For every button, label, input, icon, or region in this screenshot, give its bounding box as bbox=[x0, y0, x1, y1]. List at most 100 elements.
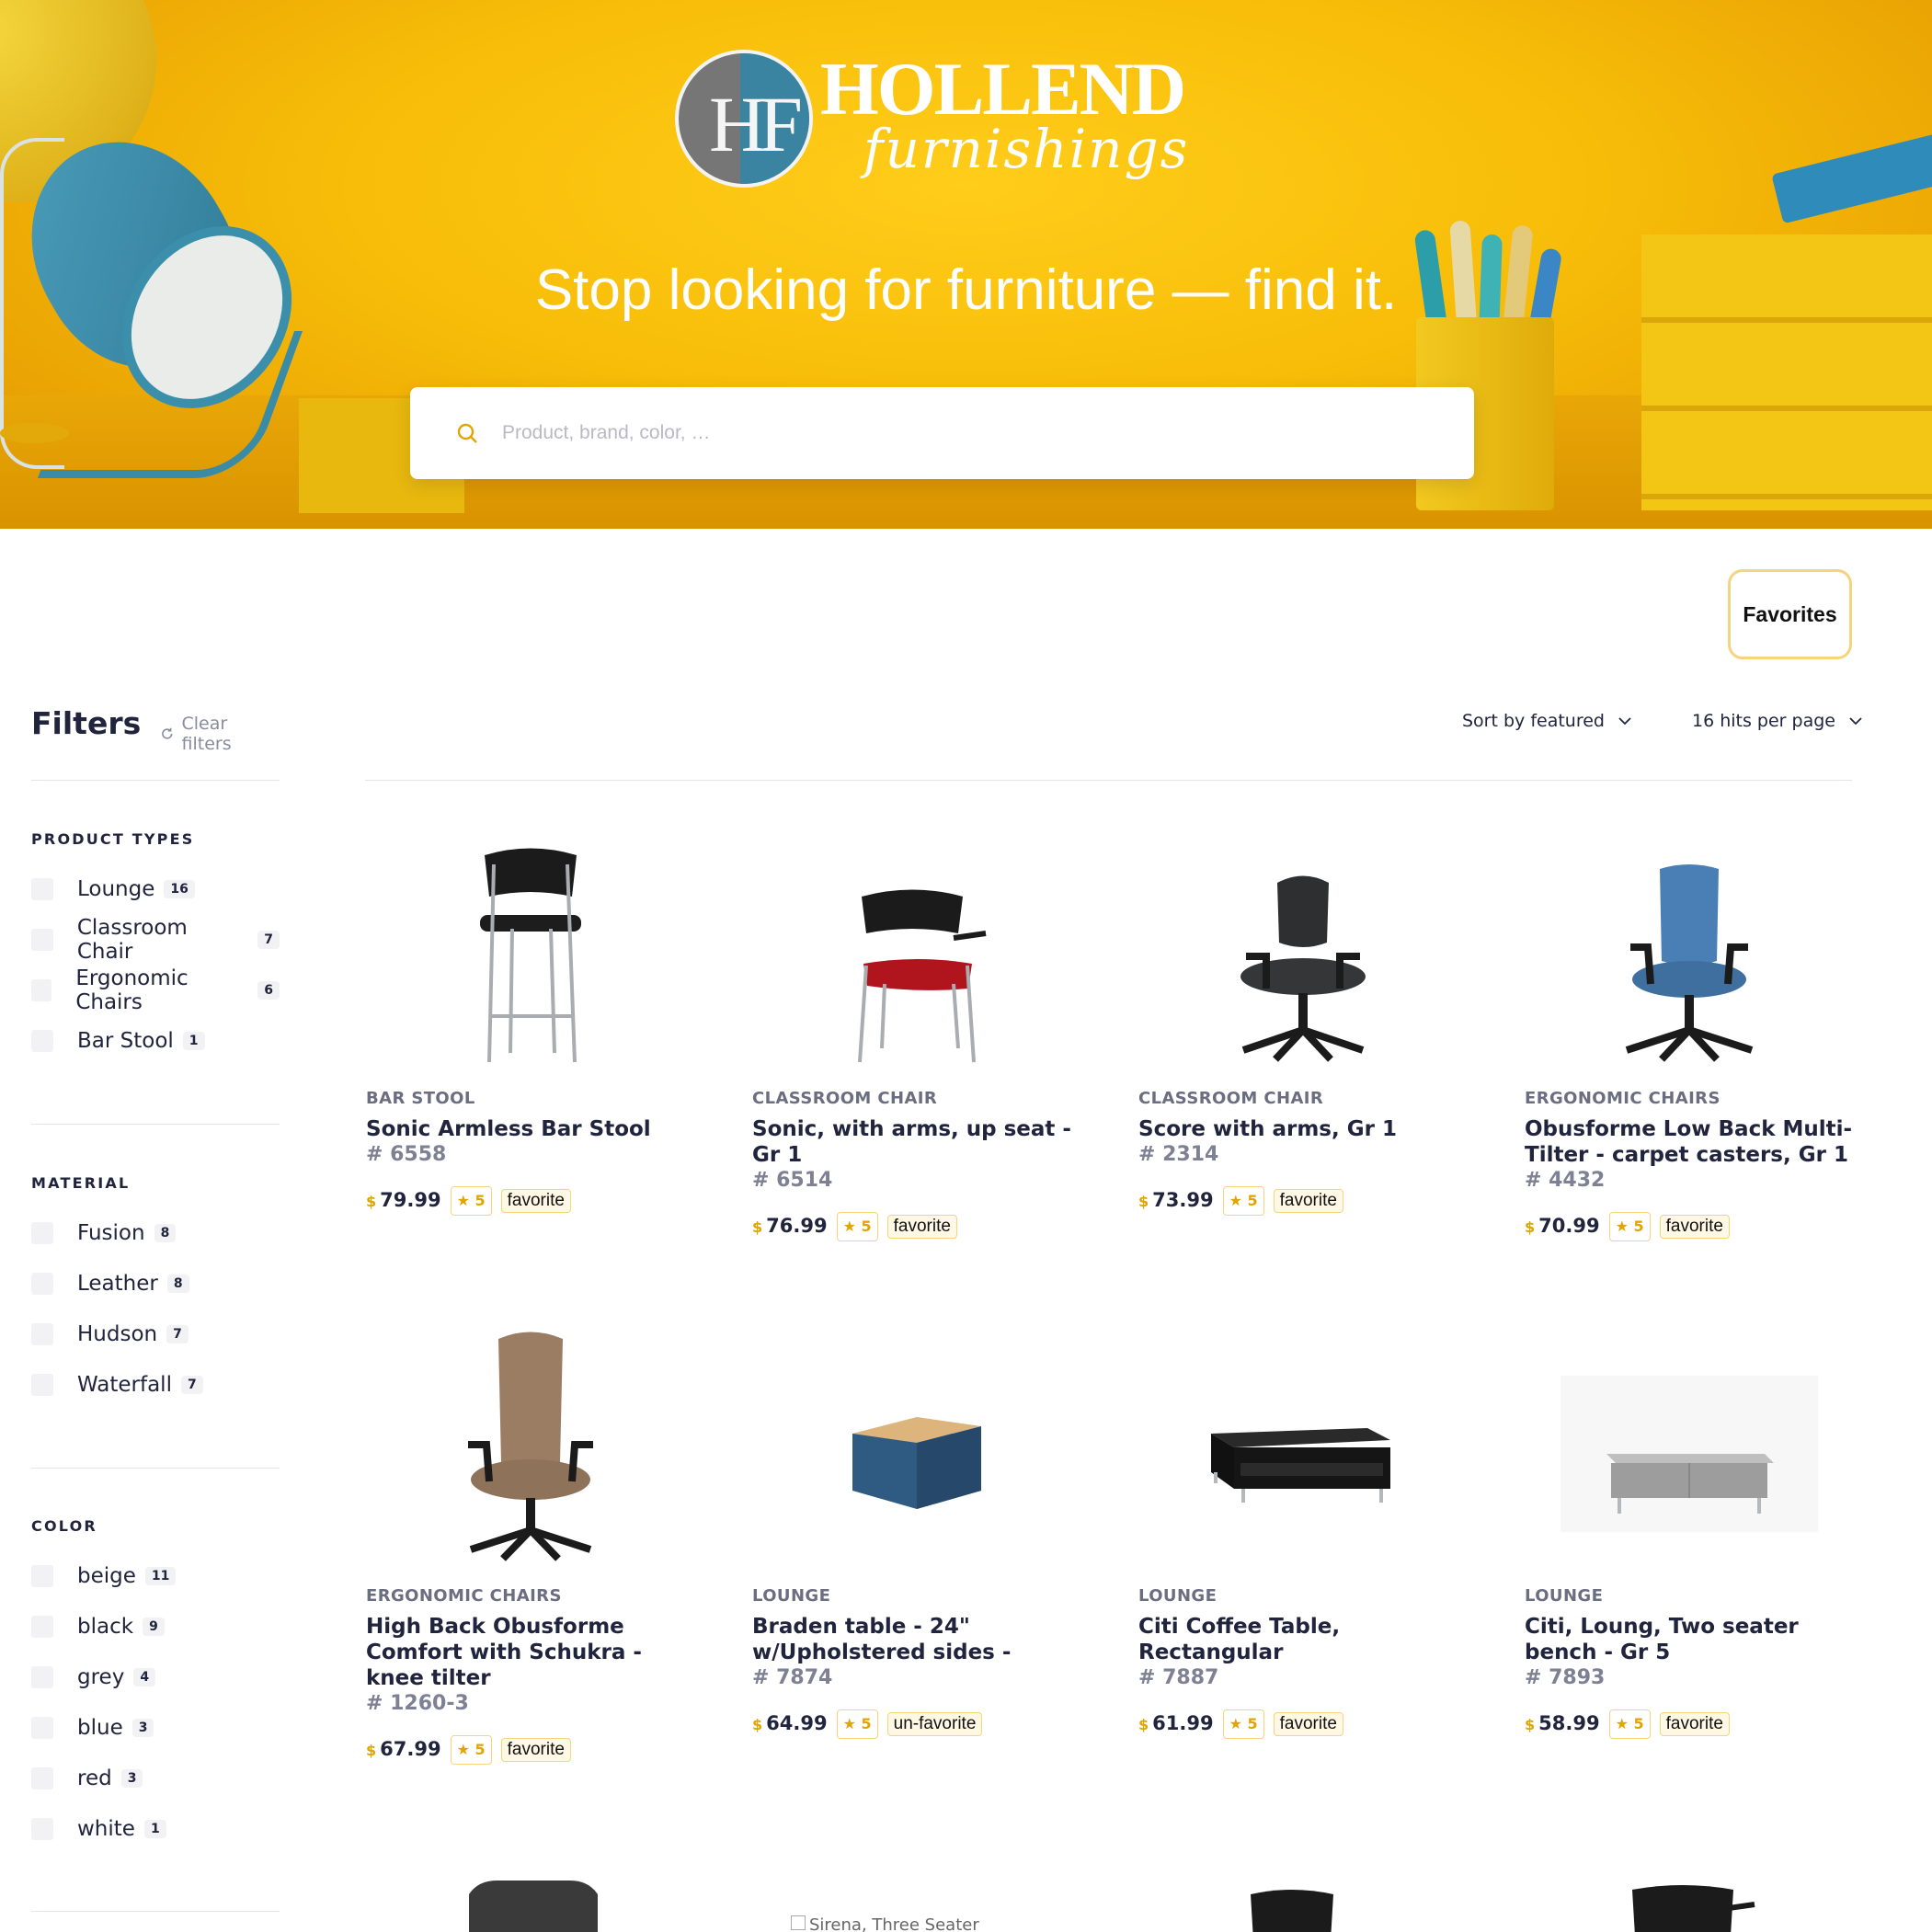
product-card[interactable]: ERGONOMIC CHAIRS Obusforme Low Back Mult… bbox=[1524, 828, 1864, 1306]
checkbox[interactable] bbox=[31, 1616, 53, 1638]
checkbox[interactable] bbox=[31, 1818, 53, 1840]
facet-label: blue bbox=[77, 1716, 123, 1740]
facet-item-lounge[interactable]: Lounge 16 bbox=[31, 875, 195, 903]
hits-per-page-select[interactable]: 16 hits per page bbox=[1692, 711, 1863, 731]
price-value: 70.99 bbox=[1538, 1215, 1600, 1237]
checkbox[interactable] bbox=[31, 1222, 53, 1244]
sort-select[interactable]: Sort by featured bbox=[1462, 711, 1632, 731]
facet-label: Classroom Chair bbox=[76, 916, 188, 964]
facet-item-red[interactable]: red 3 bbox=[31, 1765, 143, 1792]
checkbox[interactable] bbox=[31, 1323, 53, 1345]
checkbox[interactable] bbox=[31, 1374, 53, 1396]
product-image[interactable] bbox=[365, 1325, 696, 1564]
price-value: 79.99 bbox=[380, 1189, 441, 1211]
product-card[interactable]: LOUNGE Citi, Loung, Two seater bench - G… bbox=[1524, 1325, 1864, 1803]
facet-item-blue[interactable]: blue 3 bbox=[31, 1714, 154, 1742]
divider bbox=[31, 1468, 280, 1469]
divider bbox=[31, 1911, 280, 1912]
facet-item-classroom-chair[interactable]: Classroom Chair 7 bbox=[31, 916, 280, 964]
facet-item-hudson[interactable]: Hudson 7 bbox=[31, 1320, 189, 1348]
favorite-toggle-button[interactable]: favorite bbox=[1659, 1215, 1730, 1239]
favorite-toggle-button[interactable]: favorite bbox=[1659, 1712, 1730, 1736]
product-image-partial[interactable] bbox=[1246, 1885, 1338, 1932]
product-card[interactable]: LOUNGE Citi Coffee Table, Rectangular # … bbox=[1137, 1325, 1478, 1803]
brand-logo[interactable]: HF HOLLEND furnishings bbox=[675, 46, 1208, 198]
search-box[interactable] bbox=[410, 387, 1474, 479]
product-card[interactable]: BAR STOOL Sonic Armless Bar Stool # 6558… bbox=[365, 828, 705, 1306]
facet-item-ergonomic-chairs[interactable]: Ergonomic Chairs 6 bbox=[31, 966, 280, 1014]
search-input[interactable] bbox=[502, 410, 1440, 456]
product-sku: # 1260-3 bbox=[366, 1692, 469, 1715]
product-category: ERGONOMIC CHAIRS bbox=[1525, 1089, 1721, 1108]
product-image-partial[interactable] bbox=[460, 1876, 607, 1932]
favorite-toggle-button[interactable]: favorite bbox=[1273, 1189, 1343, 1213]
search-icon bbox=[457, 423, 477, 443]
facet-item-grey[interactable]: grey 4 bbox=[31, 1663, 156, 1691]
rating-badge: ★ 5 bbox=[450, 1186, 492, 1216]
product-name[interactable]: Score with arms, Gr 1 bbox=[1138, 1116, 1469, 1142]
hero-tagline: Stop looking for furniture — find it. bbox=[534, 258, 1398, 322]
product-image[interactable] bbox=[1137, 1325, 1469, 1564]
facet-count: 1 bbox=[182, 1032, 205, 1050]
product-name[interactable]: Sonic, with arms, up seat - Gr 1 bbox=[752, 1116, 1083, 1168]
product-card[interactable]: ERGONOMIC CHAIRS High Back Obusforme Com… bbox=[365, 1325, 705, 1803]
facet-count: 4 bbox=[133, 1668, 156, 1686]
rating-badge: ★ 5 bbox=[836, 1212, 878, 1241]
product-name[interactable]: Braden table - 24" w/Upholstered sides - bbox=[752, 1614, 1083, 1665]
checkbox[interactable] bbox=[31, 1767, 53, 1789]
product-image[interactable] bbox=[1524, 1325, 1855, 1564]
product-name[interactable]: Citi Coffee Table, Rectangular bbox=[1138, 1614, 1469, 1665]
product-sku: # 6514 bbox=[752, 1169, 833, 1192]
checkbox[interactable] bbox=[31, 1030, 53, 1052]
product-name[interactable]: Sonic Armless Bar Stool bbox=[366, 1116, 697, 1142]
favorites-button[interactable]: Favorites bbox=[1728, 569, 1852, 659]
product-name[interactable]: Obusforme Low Back Multi-Tilter - carpet… bbox=[1525, 1116, 1856, 1168]
product-sku: # 7887 bbox=[1138, 1666, 1219, 1689]
facet-item-white[interactable]: white 1 bbox=[31, 1815, 166, 1843]
sort-label: Sort by featured bbox=[1462, 711, 1605, 731]
product-name[interactable]: Citi, Loung, Two seater bench - Gr 5 bbox=[1525, 1614, 1856, 1665]
checkbox[interactable] bbox=[31, 1565, 53, 1587]
checkbox[interactable] bbox=[31, 1717, 53, 1739]
product-image[interactable] bbox=[1137, 828, 1469, 1067]
product-card[interactable]: LOUNGE Braden table - 24" w/Upholstered … bbox=[751, 1325, 1092, 1803]
broken-product-image[interactable]: Sirena, Three Seater bbox=[791, 1915, 979, 1932]
divider bbox=[31, 780, 280, 781]
facet-item-black[interactable]: black 9 bbox=[31, 1613, 165, 1640]
product-category: LOUNGE bbox=[752, 1586, 831, 1606]
product-card[interactable]: CLASSROOM CHAIR Sonic, with arms, up sea… bbox=[751, 828, 1092, 1306]
rating-badge: ★ 5 bbox=[450, 1735, 492, 1765]
price-value: 73.99 bbox=[1152, 1189, 1214, 1211]
product-card[interactable]: CLASSROOM CHAIR Score with arms, Gr 1 # … bbox=[1137, 828, 1478, 1306]
product-image[interactable] bbox=[1524, 828, 1855, 1067]
facet-item-leather[interactable]: Leather 8 bbox=[31, 1270, 189, 1298]
broken-image-icon bbox=[791, 1915, 806, 1930]
product-category: CLASSROOM CHAIR bbox=[1138, 1089, 1324, 1108]
product-image-partial[interactable] bbox=[1628, 1881, 1756, 1932]
favorite-toggle-button[interactable]: favorite bbox=[500, 1189, 571, 1213]
facet-item-fusion[interactable]: Fusion 8 bbox=[31, 1219, 177, 1247]
facet-item-bar-stool[interactable]: Bar Stool 1 bbox=[31, 1027, 205, 1055]
favorite-toggle-button[interactable]: un-favorite bbox=[886, 1712, 983, 1736]
currency-symbol: $ bbox=[752, 1716, 763, 1733]
checkbox[interactable] bbox=[31, 1666, 53, 1688]
product-meta: $67.99 ★ 5 favorite bbox=[366, 1735, 697, 1765]
favorite-toggle-button[interactable]: favorite bbox=[500, 1738, 571, 1762]
product-image[interactable] bbox=[751, 1325, 1082, 1564]
product-name[interactable]: High Back Obusforme Comfort with Schukra… bbox=[366, 1614, 697, 1691]
checkbox[interactable] bbox=[31, 929, 53, 951]
facet-item-beige[interactable]: beige 11 bbox=[31, 1562, 177, 1590]
bench-image bbox=[1560, 1376, 1818, 1532]
checkbox[interactable] bbox=[31, 979, 52, 1001]
product-image[interactable] bbox=[751, 828, 1082, 1067]
rating-badge: ★ 5 bbox=[1608, 1212, 1651, 1241]
clear-filters-button[interactable]: Clear filters bbox=[160, 714, 280, 754]
facet-item-waterfall[interactable]: Waterfall 7 bbox=[31, 1371, 203, 1399]
price-value: 76.99 bbox=[766, 1215, 828, 1237]
product-image[interactable] bbox=[365, 828, 696, 1067]
favorite-toggle-button[interactable]: favorite bbox=[1273, 1712, 1343, 1736]
filters-title: Filters bbox=[31, 705, 142, 741]
favorite-toggle-button[interactable]: favorite bbox=[886, 1215, 957, 1239]
checkbox[interactable] bbox=[31, 1273, 53, 1295]
checkbox[interactable] bbox=[31, 878, 53, 900]
